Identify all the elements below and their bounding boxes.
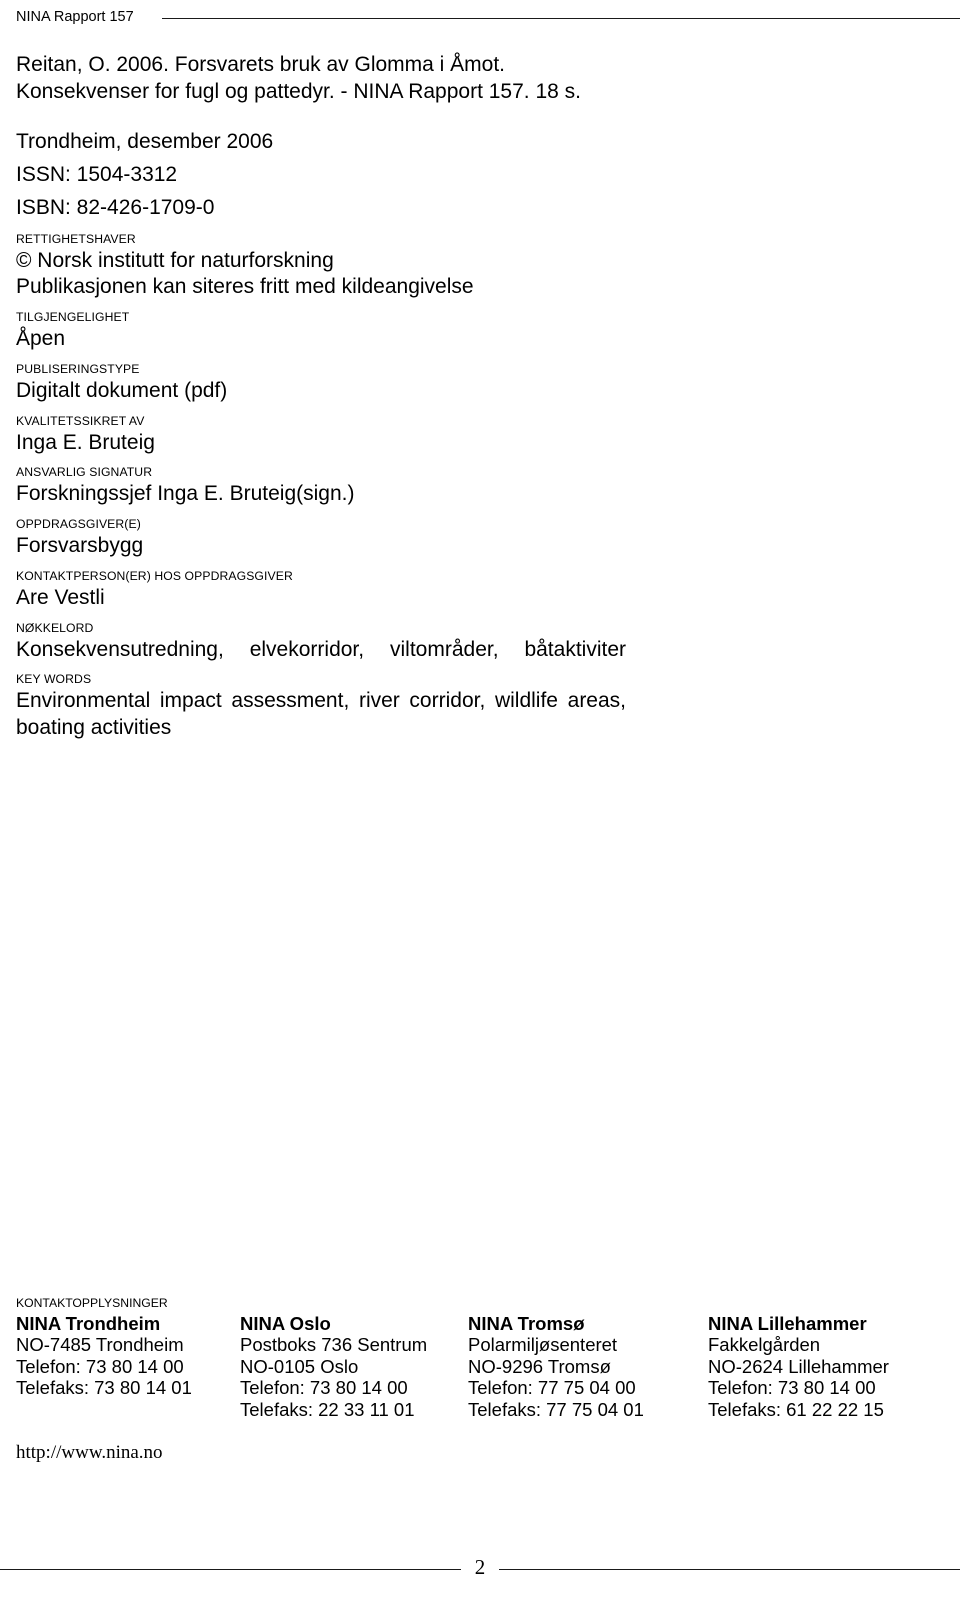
office-phone: Telefon: 73 80 14 00 bbox=[16, 1355, 184, 1377]
office-postal: NO-2624 Lillehammer bbox=[708, 1355, 889, 1377]
office-phone: Telefon: 77 75 04 00 bbox=[468, 1377, 636, 1399]
page-footer: 2 bbox=[0, 1557, 960, 1582]
office-fax: Telefaks: 77 75 04 01 bbox=[468, 1398, 644, 1420]
contact-section-label: KONTAKTOPPLYSNINGER bbox=[16, 1296, 168, 1310]
issn-value: ISSN: 1504-3312 bbox=[16, 163, 178, 187]
metadata-value: Digitalt dokument (pdf) bbox=[16, 378, 228, 402]
office-phone: Telefon: 73 80 14 00 bbox=[240, 1377, 408, 1399]
metadata-value: Environmental impact assessment, river c… bbox=[16, 689, 626, 740]
metadata-value: © Norsk institutt for naturforskning bbox=[16, 248, 334, 272]
metadata-value: Forskningssjef Inga E. Bruteig(sign.) bbox=[16, 482, 355, 506]
website-url[interactable]: http://www.nina.no bbox=[16, 1442, 936, 1465]
page-number: 2 bbox=[474, 1555, 486, 1579]
metadata-label: KONTAKTPERSON(ER) HOS OPPDRAGSGIVER bbox=[16, 568, 293, 583]
page-header: NINA Rapport 157 bbox=[0, 0, 960, 34]
office-postal: NO-9296 Tromsø bbox=[468, 1355, 611, 1377]
citation-text: Reitan, O. 2006. Forsvarets bruk av Glom… bbox=[16, 53, 581, 103]
metadata-value: Konsekvensutredning, elvekorridor, vilto… bbox=[16, 637, 626, 661]
metadata-label: RETTIGHETSHAVER bbox=[16, 231, 136, 246]
office-address: Fakkelgården bbox=[708, 1334, 821, 1356]
metadata-field-publiseringstype: PUBLISERINGSTYPE Digitalt dokument (pdf) bbox=[16, 362, 630, 405]
office-phone: Telefon: 73 80 14 00 bbox=[708, 1377, 876, 1399]
metadata-field-nokkelord: NØKKELORD Konsekvensutredning, elvekorri… bbox=[16, 621, 630, 664]
metadata-field-tilgjengelighet: TILGJENGELIGHET Åpen bbox=[16, 310, 630, 353]
metadata-value: Inga E. Bruteig bbox=[16, 430, 155, 454]
metadata-value: Forsvarsbygg bbox=[16, 534, 144, 558]
isbn-value: ISBN: 82-426-1709-0 bbox=[16, 196, 215, 220]
metadata-label: TILGJENGELIGHET bbox=[16, 310, 130, 325]
contact-office-tromso: NINA Tromsø Polarmiljøsenteret NO-9296 T… bbox=[468, 1313, 708, 1420]
contact-columns: NINA Trondheim NO-7485 Trondheim Telefon… bbox=[16, 1313, 936, 1420]
office-address: NO-7485 Trondheim bbox=[16, 1334, 184, 1356]
office-name: NINA Trondheim bbox=[16, 1312, 161, 1334]
document-content: Reitan, O. 2006. Forsvarets bruk av Glom… bbox=[16, 52, 630, 751]
metadata-label: OPPDRAGSGIVER(E) bbox=[16, 517, 141, 532]
metadata-label: KEY WORDS bbox=[16, 672, 92, 687]
metadata-value: Åpen bbox=[16, 327, 66, 351]
office-address: Postboks 736 Sentrum bbox=[240, 1334, 428, 1356]
office-name: NINA Tromsø bbox=[468, 1312, 585, 1334]
metadata-field-key-words: KEY WORDS Environmental impact assessmen… bbox=[16, 672, 630, 742]
office-address: Polarmiljøsenteret bbox=[468, 1334, 618, 1356]
metadata-label: ANSVARLIG SIGNATUR bbox=[16, 465, 153, 480]
office-fax: Telefaks: 73 80 14 01 bbox=[16, 1377, 192, 1399]
contact-information: KONTAKTOPPLYSNINGER NINA Trondheim NO-74… bbox=[16, 1296, 936, 1465]
metadata-value-secondary: Publikasjonen kan siteres fritt med kild… bbox=[16, 275, 474, 299]
contact-office-trondheim: NINA Trondheim NO-7485 Trondheim Telefon… bbox=[16, 1313, 240, 1399]
running-title: NINA Rapport 157 bbox=[16, 8, 134, 25]
office-name: NINA Oslo bbox=[240, 1312, 331, 1334]
contact-office-oslo: NINA Oslo Postboks 736 Sentrum NO-0105 O… bbox=[240, 1313, 468, 1420]
footer-rule-left bbox=[0, 1569, 461, 1570]
publication-place-date: Trondheim, desember 2006 bbox=[16, 129, 274, 153]
office-postal: NO-0105 Oslo bbox=[240, 1355, 359, 1377]
office-fax: Telefaks: 22 33 11 01 bbox=[240, 1398, 415, 1420]
metadata-field-rettighetshaver: RETTIGHETSHAVER © Norsk institutt for na… bbox=[16, 232, 630, 302]
office-fax: Telefaks: 61 22 22 15 bbox=[708, 1398, 884, 1420]
metadata-label: PUBLISERINGSTYPE bbox=[16, 361, 140, 376]
metadata-field-oppdragsgiver: OPPDRAGSGIVER(E) Forsvarsbygg bbox=[16, 517, 630, 560]
footer-rule-right bbox=[499, 1569, 960, 1570]
office-name: NINA Lillehammer bbox=[708, 1312, 867, 1334]
metadata-label: KVALITETSSIKRET AV bbox=[16, 413, 145, 428]
metadata-field-kvalitetssikret-av: KVALITETSSIKRET AV Inga E. Bruteig bbox=[16, 414, 630, 457]
metadata-value: Are Vestli bbox=[16, 585, 105, 609]
contact-office-lillehammer: NINA Lillehammer Fakkelgården NO-2624 Li… bbox=[708, 1313, 936, 1420]
header-rule bbox=[161, 17, 960, 19]
metadata-field-kontaktperson: KONTAKTPERSON(ER) HOS OPPDRAGSGIVER Are … bbox=[16, 569, 630, 612]
metadata-field-ansvarlig-signatur: ANSVARLIG SIGNATUR Forskningssjef Inga E… bbox=[16, 465, 630, 508]
metadata-label: NØKKELORD bbox=[16, 620, 94, 635]
